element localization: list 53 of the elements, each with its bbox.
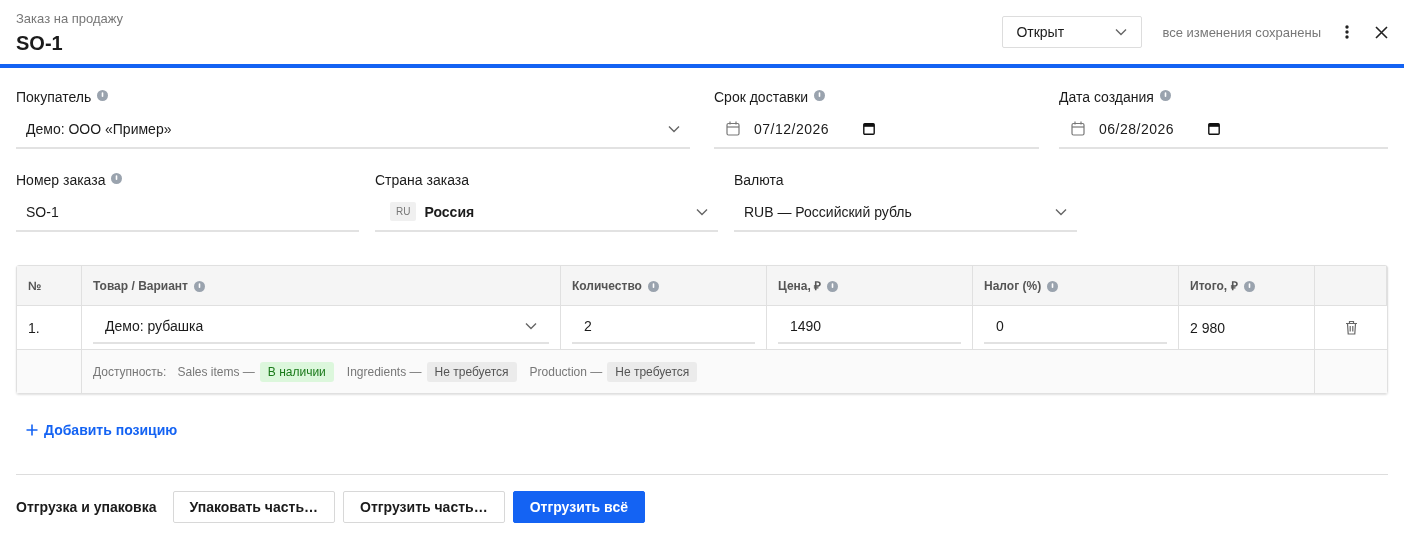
calendar-icon[interactable] xyxy=(863,122,876,135)
availability-title: Доступность: xyxy=(93,364,167,379)
product-select[interactable]: Демо: рубашка xyxy=(93,313,549,344)
close-icon[interactable] xyxy=(1375,25,1388,39)
availability-tag: Не требуется xyxy=(426,361,517,382)
availability-tag: В наличии xyxy=(259,361,334,382)
column-header: Товар / Вариант xyxy=(93,278,188,293)
section-title: Отгрузка и упаковка xyxy=(16,499,157,515)
input-field[interactable]: SO-1 xyxy=(16,197,359,232)
date-field[interactable]: 06/28/2026 xyxy=(1059,114,1388,149)
chevron-down-icon xyxy=(696,207,708,216)
calendar-icon xyxy=(1071,121,1085,136)
calendar-icon[interactable] xyxy=(1208,122,1221,135)
field-label: Срок доставки xyxy=(714,89,809,105)
field-label: Покупатель xyxy=(16,89,92,105)
field-label: Дата создания xyxy=(1059,89,1154,105)
page-title: SO-1 xyxy=(16,32,64,55)
country-code: RU xyxy=(390,202,417,221)
page-subtitle: Заказ на продажу xyxy=(16,11,125,26)
select-field[interactable]: Демо: ООО «Пример» xyxy=(16,114,690,149)
chevron-down-icon xyxy=(525,321,537,330)
availability-tag: Не требуется xyxy=(607,361,698,382)
column-header: Цена, ₽ xyxy=(778,278,822,294)
availability-label: Ingredients — xyxy=(346,364,422,379)
select-field[interactable]: RU Россия xyxy=(375,197,718,232)
country-name: Россия xyxy=(424,203,475,220)
add-line-link[interactable]: Добавить позицию xyxy=(44,422,178,438)
column-header: № xyxy=(28,278,42,293)
column-header: Итого, ₽ xyxy=(1190,278,1238,294)
tax-field[interactable]: 0 xyxy=(984,313,1167,344)
quantity-field[interactable]: 2 xyxy=(572,313,755,344)
chevron-down-icon xyxy=(668,124,680,133)
column-header: Количество xyxy=(572,278,642,293)
column-header: Налог (%) xyxy=(984,278,1042,293)
select-field[interactable]: RUB — Российский рубль xyxy=(734,197,1077,232)
save-status: все изменения сохранены xyxy=(1162,24,1321,40)
field-label: Валюта xyxy=(734,172,784,188)
more-icon[interactable] xyxy=(1345,25,1349,39)
secondary-button[interactable]: Отгрузить часть… xyxy=(343,491,505,523)
calendar-icon xyxy=(726,121,740,136)
date-field[interactable]: 07/12/2026 xyxy=(714,114,1039,149)
plus-icon[interactable] xyxy=(26,424,38,436)
chevron-down-icon xyxy=(1055,207,1067,216)
price-field[interactable]: 1490 xyxy=(778,313,961,344)
secondary-button[interactable]: Упаковать часть… xyxy=(172,491,335,523)
field-label: Номер заказа xyxy=(16,172,106,188)
trash-icon[interactable] xyxy=(1344,320,1358,335)
primary-button[interactable]: Отгрузить всё xyxy=(512,491,645,523)
chevron-down-icon xyxy=(1115,28,1128,36)
status-dropdown[interactable]: Открыт xyxy=(1002,16,1143,48)
availability-label: Production — xyxy=(529,364,603,379)
field-label: Страна заказа xyxy=(375,172,469,188)
availability-label: Sales items — xyxy=(177,364,255,379)
